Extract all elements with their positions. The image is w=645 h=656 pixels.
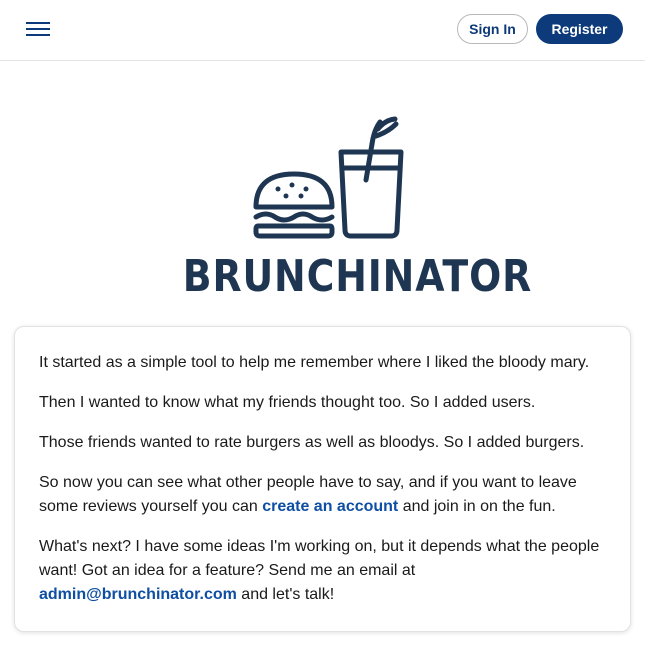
about-paragraph-5: What's next? I have some ideas I'm worki…	[39, 535, 606, 607]
about-paragraph-4-text-end: and join in on the fun.	[398, 498, 556, 515]
logo-graphic	[253, 116, 404, 239]
burger-seeds	[275, 182, 309, 199]
sign-in-button[interactable]: Sign In	[457, 14, 528, 44]
create-account-link[interactable]: create an account	[262, 498, 398, 515]
about-paragraph-1: It started as a simple tool to help me r…	[39, 354, 590, 371]
hamburger-menu-icon[interactable]	[22, 15, 54, 43]
top-navbar: Sign In Register	[0, 0, 645, 61]
logo-wordmark: BRUNCHINATOR	[182, 251, 533, 302]
about-card: It started as a simple tool to help me r…	[14, 326, 631, 632]
about-paragraph-5-text-end: and let's talk!	[236, 586, 335, 603]
bloody-mary-glass-icon	[338, 116, 404, 239]
about-paragraph-2: Then I wanted to know what my friends th…	[39, 394, 536, 411]
about-paragraph-3: Those friends wanted to rate burgers as …	[39, 434, 585, 451]
burger-icon	[253, 171, 335, 239]
register-button[interactable]: Register	[536, 14, 623, 44]
about-paragraph-5-text: What's next? I have some ideas I'm worki…	[39, 538, 600, 579]
about-paragraph-4: So now you can see what other people hav…	[39, 471, 606, 519]
admin-email-link[interactable]: admin@brunchinator.com	[39, 586, 237, 603]
brunchinator-logo: BRUNCHINATOR	[160, 116, 533, 302]
